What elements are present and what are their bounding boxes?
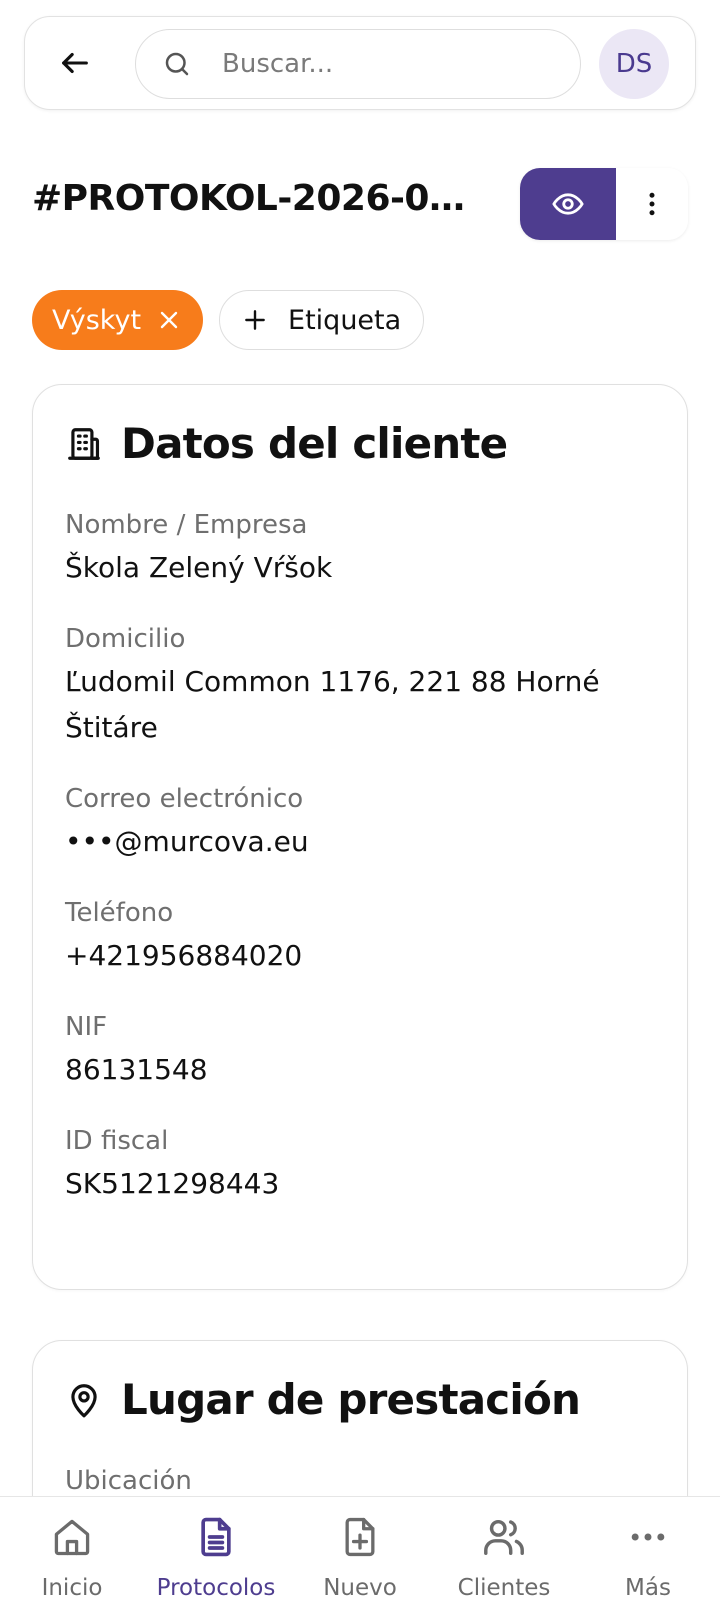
plus-icon	[245, 310, 265, 330]
field-name: Nombre / Empresa Škola Zelený Vŕšok	[65, 505, 655, 591]
field-phone: Teléfono +421956884020	[65, 893, 655, 979]
client-card: Datos del cliente Nombre / Empresa Škola…	[32, 384, 688, 1290]
field-nif: NIF 86131548	[65, 1007, 655, 1093]
nav-label: Clientes	[457, 1575, 551, 1601]
page-title: #PROTOKOL-2026-00...	[32, 178, 484, 219]
field-label: NIF	[65, 1012, 108, 1042]
field-value: •••@murcova.eu	[65, 825, 309, 858]
field-value: +421956884020	[65, 939, 303, 972]
add-tag-button[interactable]: Etiqueta	[219, 290, 425, 350]
arrow-left-icon	[62, 52, 88, 74]
client-card-header: Datos del cliente	[65, 419, 508, 468]
users-icon	[480, 1513, 528, 1561]
tag-row: Výskyt Etiqueta	[32, 290, 425, 350]
preview-button[interactable]	[520, 168, 616, 240]
nav-item-protocols[interactable]: Protocolos	[144, 1497, 288, 1624]
top-bar: DS	[24, 16, 696, 110]
home-icon	[48, 1513, 96, 1561]
nav-label: Inicio	[41, 1575, 103, 1601]
client-card-title: Datos del cliente	[121, 419, 508, 468]
back-button[interactable]	[55, 43, 95, 83]
field-tax-id: ID fiscal SK5121298443	[65, 1121, 655, 1207]
nav-item-clients[interactable]: Clientes	[432, 1497, 576, 1624]
new-document-icon	[336, 1513, 384, 1561]
tag-chip[interactable]: Výskyt	[32, 290, 204, 350]
field-label: Nombre / Empresa	[65, 510, 308, 540]
action-group	[520, 168, 688, 240]
nav-label: Más	[625, 1575, 671, 1601]
more-horizontal-icon	[624, 1513, 672, 1561]
field-label: Correo electrónico	[65, 784, 304, 814]
field-label: Ubicación	[65, 1466, 192, 1496]
field-address: Domicilio Ľudomil Common 1176, 221 88 Ho…	[65, 619, 655, 751]
close-icon[interactable]	[157, 308, 181, 332]
add-tag-label: Etiqueta	[288, 304, 402, 336]
more-vertical-icon	[649, 192, 655, 216]
search-icon	[162, 48, 194, 80]
nav-item-new[interactable]: Nuevo	[288, 1497, 432, 1624]
place-card-header: Lugar de prestación	[65, 1375, 581, 1424]
field-location: Ubicación	[65, 1461, 655, 1501]
more-options-button[interactable]	[616, 168, 688, 240]
field-label: Domicilio	[65, 624, 186, 654]
client-fields: Nombre / Empresa Škola Zelený Vŕšok Domi…	[65, 505, 655, 1235]
field-value: Ľudomil Common 1176, 221 88 Horné Štitár…	[65, 665, 600, 744]
title-row: #PROTOKOL-2026-00...	[32, 168, 688, 242]
field-label: ID fiscal	[65, 1126, 169, 1156]
eye-icon	[552, 193, 584, 215]
bottom-nav: Inicio Protocolos Nuevo Clientes Más	[0, 1496, 720, 1624]
search-input[interactable]	[222, 49, 542, 79]
field-email: Correo electrónico •••@murcova.eu	[65, 779, 655, 865]
nav-item-more[interactable]: Más	[576, 1497, 720, 1624]
field-value: SK5121298443	[65, 1167, 280, 1200]
field-value: 86131548	[65, 1053, 208, 1086]
avatar[interactable]: DS	[599, 29, 669, 99]
field-value: Škola Zelený Vŕšok	[65, 551, 333, 584]
document-icon	[192, 1513, 240, 1561]
tag-chip-label: Výskyt	[52, 304, 142, 336]
map-pin-icon	[71, 1383, 97, 1417]
place-card-title: Lugar de prestación	[121, 1375, 581, 1424]
search-box[interactable]	[135, 29, 581, 99]
nav-label: Nuevo	[323, 1575, 397, 1601]
nav-item-home[interactable]: Inicio	[0, 1497, 144, 1624]
field-label: Teléfono	[65, 898, 174, 928]
building-icon	[68, 427, 100, 460]
nav-label: Protocolos	[156, 1575, 276, 1601]
